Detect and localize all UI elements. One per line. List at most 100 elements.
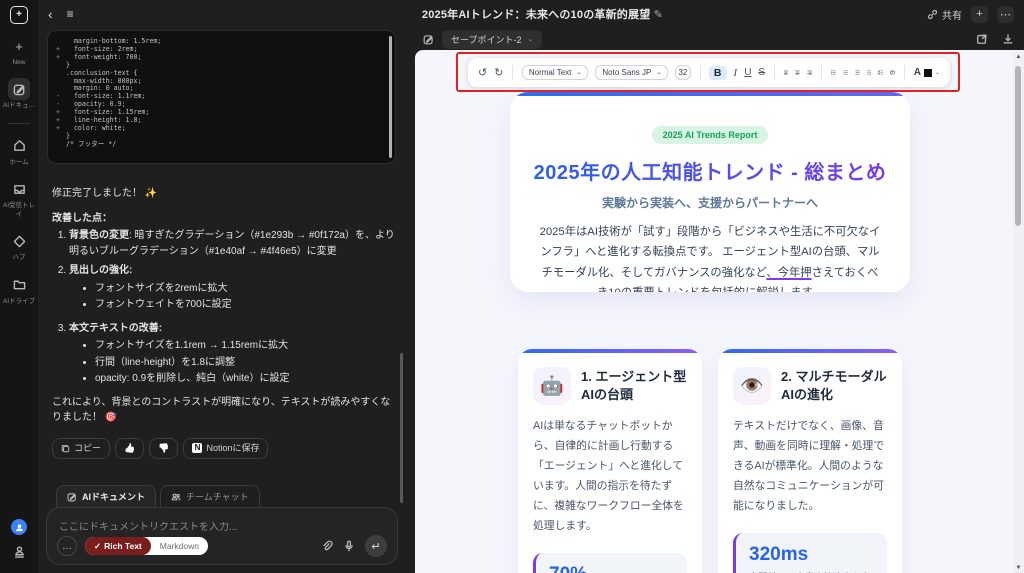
send-button[interactable]: ↵	[365, 535, 387, 557]
notion-icon: N	[192, 443, 203, 454]
target-emoji: 🎯	[104, 412, 118, 423]
sidebar-item-ai-document[interactable]: AIドキュ…	[1, 78, 37, 110]
stat-caption: 人間並みの音声応答速度を実現	[749, 569, 874, 573]
list-item: 行間（line-height）を1.8に調整	[95, 355, 396, 371]
strikethrough-button[interactable]: S	[758, 67, 765, 78]
text-color-button[interactable]: A ⌄	[914, 67, 940, 78]
underline-button[interactable]: U	[744, 67, 751, 78]
save-to-notion-button[interactable]: N Notionに保存	[183, 437, 269, 460]
rich-text-toggle[interactable]: ✓ Rich Text	[85, 537, 151, 555]
font-size-input[interactable]: 32	[675, 65, 691, 80]
compose-icon[interactable]	[423, 34, 434, 45]
list-item: フォントサイズを2remに拡大	[95, 281, 396, 297]
trend-card-2[interactable]: 👁️ 2. マルチモーダルAIの進化 テキストだけでなく、画像、音声、動画を同時…	[718, 349, 902, 573]
edit-pencil-icon[interactable]: ✎	[654, 9, 663, 21]
redo-icon[interactable]: ↻	[494, 66, 503, 79]
sparkles-emoji: ✨	[144, 188, 158, 199]
assistant-message: 修正完了しました！ ✨ 改善した点： 背景色の変更: 暗すぎたグラデーション（#…	[52, 186, 396, 460]
italic-button[interactable]: I	[734, 67, 738, 79]
bullet-list-icon[interactable]	[842, 67, 848, 78]
open-in-new-icon[interactable]	[976, 33, 988, 45]
share-button[interactable]: 共有	[927, 7, 962, 22]
list-item: opacity: 0.9を削除し、純白（white）に設定	[95, 371, 396, 387]
align-right-icon[interactable]	[807, 67, 813, 78]
sidebar-item-label: AI受信トレイ	[2, 202, 36, 218]
compose-icon	[67, 492, 76, 501]
savepoint-tab[interactable]: セーブポイント-2 ⌄	[442, 29, 543, 49]
menu-icon[interactable]: ≡	[67, 7, 74, 21]
format-toggle: ✓ Rich Text Markdown	[85, 537, 208, 555]
code-diff-block[interactable]: margin-bottom: 1.5rem; + font-size: 2rem…	[47, 30, 396, 164]
back-icon[interactable]: ‹	[48, 6, 53, 22]
document-scrollbar[interactable]: ▲ ▼	[1013, 50, 1024, 573]
more-options-button[interactable]: …	[57, 536, 77, 556]
sidebar-item-label: ホーム	[9, 158, 29, 166]
sidebar-item-ai-drive[interactable]: AIドライブ	[1, 274, 37, 306]
outdent-icon[interactable]	[854, 67, 860, 78]
scroll-down-icon[interactable]: ▼	[1013, 565, 1024, 571]
ordered-list-icon[interactable]	[830, 67, 836, 78]
code-scrollbar[interactable]	[389, 36, 392, 158]
app-topbar: ‹ ≡ 2025年AIトレンド：未来への10の革新的展望 ✎ 共有 + ⋯	[38, 0, 1024, 28]
eye-icon: 👁️	[733, 367, 771, 405]
document-request-input[interactable]	[59, 522, 385, 533]
improvements-list: 背景色の変更: 暗すぎたグラデーション（#1e293b → #0f172a）を、…	[69, 228, 396, 387]
hero-accent-bar	[510, 92, 910, 96]
sidebar-divider	[8, 122, 30, 124]
sidebar-item-label: ハブ	[12, 254, 26, 262]
robot-icon: 🤖	[533, 367, 571, 405]
sidebar-item-hub[interactable]: ハブ	[1, 230, 37, 262]
bold-button[interactable]: B	[708, 65, 727, 80]
clear-format-icon[interactable]	[890, 67, 896, 78]
color-swatch	[923, 68, 932, 77]
thumbs-down-icon: 👎	[158, 442, 170, 453]
people-icon	[171, 493, 181, 500]
message-actions: コピー 👍 👎 N Notionに保存	[52, 437, 396, 460]
tab-ai-document[interactable]: AIドキュメント	[56, 485, 157, 509]
account-icon[interactable]	[13, 545, 26, 563]
tab-team-chat[interactable]: チームチャット	[160, 485, 260, 509]
app-logo-icon[interactable]: +	[10, 6, 28, 24]
report-badge: 2025 AI Trends Report	[651, 126, 769, 144]
list-item: フォントウェイトを700に設定	[95, 297, 396, 313]
user-avatar[interactable]	[11, 519, 27, 535]
markdown-toggle[interactable]: Markdown	[151, 537, 208, 555]
closing-line: これにより、背景とのコントラストが明確になり、テキストが読みやすくなりました！ …	[52, 396, 391, 424]
list-item: 見出しの強化: フォントサイズを2remに拡大 フォントウェイトを700に設定	[69, 263, 396, 313]
align-center-icon[interactable]	[795, 67, 801, 78]
document-intro[interactable]: 2025年はAI技術が「試す」段階から「ビジネスや生活に不可欠なインフラ」へと進…	[536, 222, 884, 292]
chat-scrollbar[interactable]	[400, 353, 403, 503]
sidebar-item-ai-inbox[interactable]: AI受信トレイ	[1, 178, 37, 219]
copy-button[interactable]: コピー	[52, 437, 111, 460]
paragraph-style-select[interactable]: Normal Text ⌄	[521, 65, 589, 80]
sidebar-item-new[interactable]: + New	[1, 35, 37, 67]
chevron-down-icon: ⌄	[527, 36, 534, 43]
composer: … ✓ Rich Text Markdown ↵	[46, 507, 398, 565]
attachment-icon[interactable]	[321, 540, 333, 552]
line-spacing-icon[interactable]	[878, 67, 884, 78]
document-subheading[interactable]: 実験から実装へ、支援からパートナーへ	[510, 194, 910, 211]
document-hero-card: 2025 AI Trends Report 2025年の人工知能トレンド - 総…	[510, 92, 910, 292]
sidebar-item-home[interactable]: ホーム	[1, 135, 37, 167]
download-icon[interactable]	[1002, 33, 1014, 45]
microphone-icon[interactable]	[343, 540, 355, 552]
undo-icon[interactable]: ↺	[478, 66, 487, 79]
document-canvas[interactable]: ↺ ↻ Normal Text ⌄ Noto Sans JP ⌄ 32 B I …	[415, 50, 1024, 573]
thumbs-up-button[interactable]: 👍	[115, 437, 145, 460]
trend-card-1[interactable]: 🤖 1. エージェント型AIの台頭 AIは単なるチャットボットから、自律的に計画…	[518, 349, 702, 573]
hub-icon	[8, 230, 30, 252]
scrollbar-thumb[interactable]	[1015, 66, 1021, 226]
scroll-up-icon[interactable]: ▲	[1013, 50, 1024, 60]
copy-icon	[61, 445, 70, 453]
formatting-toolbar: ↺ ↻ Normal Text ⌄ Noto Sans JP ⌄ 32 B I …	[468, 58, 950, 87]
new-tab-button[interactable]: +	[971, 5, 988, 23]
message-done-line: 修正完了しました！ ✨	[52, 188, 158, 199]
plus-icon: +	[15, 38, 23, 54]
document-heading[interactable]: 2025年の人工知能トレンド - 総まとめ	[510, 156, 910, 185]
thumbs-down-button[interactable]: 👎	[149, 437, 179, 460]
indent-icon[interactable]	[866, 67, 872, 78]
more-options-button[interactable]: ⋯	[997, 5, 1014, 23]
font-family-select[interactable]: Noto Sans JP ⌄	[595, 65, 669, 80]
improvements-heading: 改善した点：	[52, 212, 112, 224]
align-left-icon[interactable]	[783, 67, 789, 78]
